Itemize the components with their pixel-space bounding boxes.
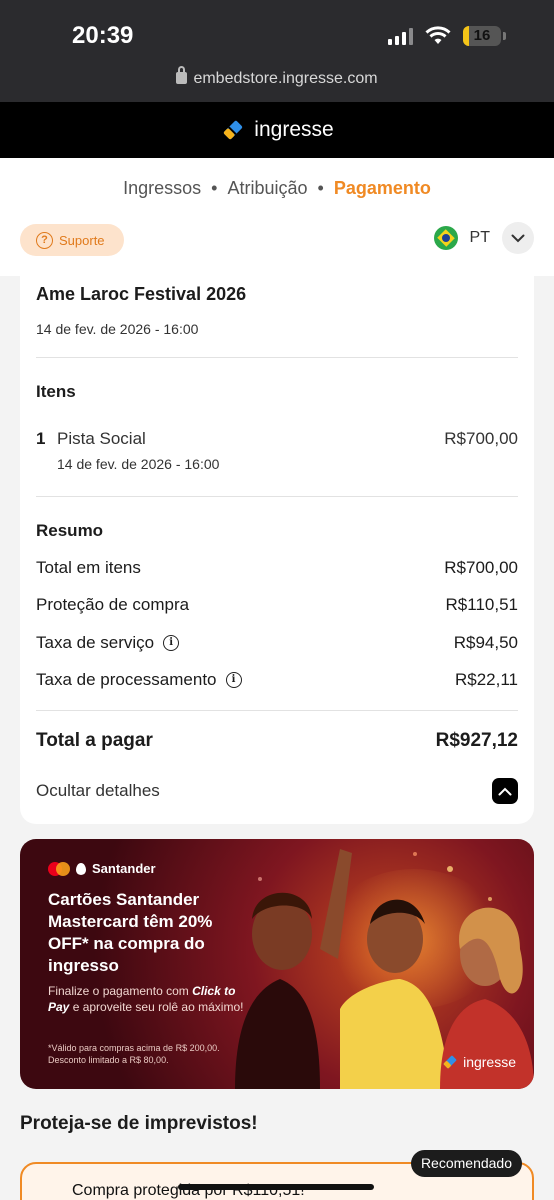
hide-details-label: Ocultar detalhes (36, 781, 160, 800)
language-dropdown-button[interactable] (502, 222, 534, 254)
summary-value: R$700,00 (444, 558, 518, 577)
battery-level: 16 (473, 27, 491, 44)
cellular-signal-icon (388, 27, 413, 45)
banner-sub-after: e aproveite seu rolê ao máximo! (72, 1000, 244, 1014)
event-title: Ame Laroc Festival 2026 (36, 284, 247, 304)
summary-label: Total em itens (36, 558, 141, 577)
summary-title: Resumo (36, 521, 104, 540)
chevron-down-icon (511, 234, 525, 242)
item-price: R$700,00 (444, 429, 518, 448)
lock-icon (176, 66, 188, 84)
step-pagamento[interactable]: Pagamento (334, 178, 431, 198)
brand-bar: ingresse (0, 102, 554, 158)
help-icon: ? (36, 231, 53, 249)
support-button[interactable]: ? Suporte (20, 224, 124, 256)
mastercard-icon (48, 861, 70, 876)
brazil-flag-icon (433, 226, 458, 250)
summary-label: Taxa de serviço (36, 633, 155, 652)
banner-subtext: Finalize o pagamento com Click to Pay e … (48, 983, 248, 1015)
step-ingressos[interactable]: Ingressos (123, 178, 201, 198)
summary-row-service-fee: Taxa de serviço i R$94,50 (36, 632, 518, 654)
item-quantity: 1 (36, 429, 46, 448)
divider (36, 496, 518, 497)
divider (36, 357, 518, 358)
hide-details-row[interactable]: Ocultar detalhes (36, 778, 518, 804)
info-icon[interactable]: i (163, 635, 180, 651)
item-name: Pista Social (57, 429, 146, 448)
total-label: Total a pagar (36, 730, 153, 751)
wifi-icon (425, 26, 451, 44)
total-row: Total a pagar R$927,12 (36, 730, 518, 752)
chevron-up-icon (498, 787, 512, 795)
summary-label: Taxa de processamento (36, 670, 217, 689)
order-summary-card: Ame Laroc Festival 2026 14 de fev. de 20… (20, 266, 534, 824)
summary-value: R$110,51 (445, 595, 518, 614)
home-indicator[interactable] (178, 1184, 374, 1190)
recommended-badge: Recomendado (410, 1150, 522, 1177)
item-date: 14 de fev. de 2026 - 16:00 (57, 456, 220, 472)
status-icons: 16 (388, 26, 506, 46)
language-selector[interactable]: PT (433, 222, 534, 254)
support-label: Suporte (59, 232, 105, 248)
summary-row-items-total: Total em itens R$700,00 (36, 557, 518, 579)
url-text: embedstore.ingresse.com (193, 70, 378, 87)
total-value: R$927,12 (435, 730, 518, 751)
event-date: 14 de fev. de 2026 - 16:00 (36, 321, 199, 337)
step-separator: • (317, 178, 324, 198)
ingresse-logo-icon (443, 1055, 457, 1069)
url-bar[interactable]: embedstore.ingresse.com (0, 66, 554, 102)
status-time: 20:39 (72, 22, 134, 49)
battery-icon: 16 (463, 26, 501, 46)
summary-value: R$94,50 (453, 633, 518, 652)
summary-row-processing-fee: Taxa de processamento i R$22,11 (36, 669, 518, 691)
brand-name: ingresse (254, 118, 334, 141)
summary-label: Proteção de compra (36, 595, 190, 614)
protection-title: Proteja-se de imprevistos! (20, 1113, 258, 1134)
collapse-details-button[interactable] (492, 778, 518, 804)
banner-brand-name: Santander (92, 861, 156, 876)
banner-ingresse-logo: ingresse (441, 1053, 516, 1071)
ingresse-logo-icon (224, 120, 243, 140)
santander-flame-icon (76, 862, 86, 875)
banner-headline: Cartões Santander Mastercard têm 20% OFF… (48, 890, 213, 975)
summary-label-wrap: Taxa de processamento i (36, 670, 242, 690)
summary-value: R$22,11 (454, 670, 518, 689)
status-bar: 20:39 16 (0, 0, 554, 70)
checkout-header: Ingressos • Atribuição • Pagamento ? Suporte… (0, 158, 554, 276)
summary-row-purchase-protection: Proteção de compra R$110,51 (36, 594, 518, 616)
banner-brand: Santander (48, 861, 156, 876)
santander-promo-banner[interactable]: Santander Cartões Santander Mastercard t… (20, 839, 534, 1089)
banner-logo-text: ingresse (463, 1054, 516, 1070)
step-separator: • (211, 178, 218, 198)
summary-label-wrap: Taxa de serviço i (36, 633, 180, 653)
info-icon[interactable]: i (225, 672, 242, 688)
divider (36, 710, 518, 711)
step-atribuicao[interactable]: Atribuição (227, 178, 307, 198)
battery-cap (503, 32, 506, 40)
banner-sub-before: Finalize o pagamento com (48, 984, 189, 998)
items-title: Itens (36, 382, 76, 401)
banner-disclaimer: *Válido para compras acima de R$ 200,00.… (48, 1043, 220, 1065)
checkout-steps: Ingressos • Atribuição • Pagamento (0, 178, 554, 199)
language-code: PT (469, 229, 490, 246)
